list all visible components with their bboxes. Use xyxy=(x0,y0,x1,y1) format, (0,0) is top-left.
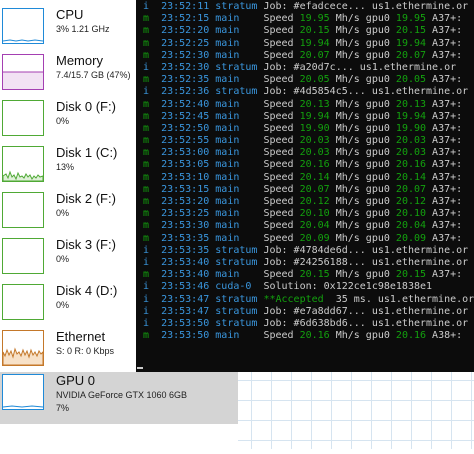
perf-thumbnail-graph xyxy=(2,284,44,320)
perf-item-name: GPU 0 xyxy=(56,373,96,388)
perf-thumbnail-graph xyxy=(2,374,44,410)
console-line: m 23:53:35 main Speed 20.09 Mh/s gpu0 20… xyxy=(143,232,463,244)
console-output: i 23:52:11 stratum Job: #efadcece... us1… xyxy=(143,1,474,342)
console-line: i 23:53:50 stratum Job: #6d638bd6... us1… xyxy=(143,317,469,329)
console-line: i 23:53:35 stratum Job: #4784de6d... us1… xyxy=(143,244,469,256)
gpu-graph-area xyxy=(238,372,474,449)
text-cursor xyxy=(137,367,143,369)
console-line: i 23:53:47 stratum Job: #e7a8dd67... us1… xyxy=(143,305,469,317)
perf-item-name: Disk 0 (F:) xyxy=(56,99,116,114)
console-line: m 23:53:10 main Speed 20.14 Mh/s gpu0 20… xyxy=(143,171,463,183)
miner-console-window[interactable]: i 23:52:11 stratum Job: #efadcece... us1… xyxy=(136,0,474,372)
perf-item-detail: 0% xyxy=(56,300,70,310)
perf-item-detail: NVIDIA GeForce GTX 1060 6GB xyxy=(56,390,188,400)
console-line: i 23:52:36 stratum Job: #4d5854c5... us1… xyxy=(143,86,469,98)
perf-item-detail: 0% xyxy=(56,116,70,126)
console-line: m 23:52:50 main Speed 19.90 Mh/s gpu0 19… xyxy=(143,122,463,134)
console-line: m 23:52:45 main Speed 19.94 Mh/s gpu0 19… xyxy=(143,110,463,122)
perf-item-usage: 7% xyxy=(56,403,70,413)
console-line: m 23:53:15 main Speed 20.07 Mh/s gpu0 20… xyxy=(143,183,463,195)
perf-item-name: Ethernet xyxy=(56,329,106,344)
console-line: m 23:53:50 main Speed 20.16 Mh/s gpu0 20… xyxy=(143,330,463,342)
console-line: i 23:53:40 stratum Job: #24256188... us1… xyxy=(143,256,469,268)
console-line: i 23:53:47 stratum **Accepted 35 ms. us1… xyxy=(143,293,474,305)
console-line: m 23:52:25 main Speed 19.94 Mh/s gpu0 19… xyxy=(143,37,463,49)
console-line: m 23:53:05 main Speed 20.16 Mh/s gpu0 20… xyxy=(143,159,463,171)
perf-thumbnail-graph xyxy=(2,330,44,366)
console-line: m 23:52:20 main Speed 20.15 Mh/s gpu0 20… xyxy=(143,25,463,37)
console-line: m 23:53:20 main Speed 20.12 Mh/s gpu0 20… xyxy=(143,196,463,207)
console-line: m 23:52:15 main Speed 19.95 Mh/s gpu0 19… xyxy=(143,13,463,25)
perf-thumbnail-graph xyxy=(2,8,44,44)
perf-item-detail: 7.4/15.7 GB (47%) xyxy=(56,70,131,80)
perf-item-name: CPU xyxy=(56,7,84,22)
perf-item-name: Disk 3 (F:) xyxy=(56,237,116,252)
console-line: m 23:52:30 main Speed 20.07 Mh/s gpu0 20… xyxy=(143,49,463,61)
perf-thumbnail-graph xyxy=(2,100,44,136)
console-line: m 23:52:55 main Speed 20.03 Mh/s gpu0 20… xyxy=(143,135,463,147)
console-line: i 23:52:30 stratum Job: #a20d7c... us1.e… xyxy=(143,61,457,73)
console-line: m 23:53:25 main Speed 20.10 Mh/s gpu0 20… xyxy=(143,208,463,220)
perf-item-name: Disk 1 (C:) xyxy=(56,145,118,160)
perf-item-gpu[interactable]: GPU 0 NVIDIA GeForce GTX 1060 6GB 7% xyxy=(0,372,240,424)
perf-thumbnail-graph xyxy=(2,146,44,182)
perf-item-name: Memory xyxy=(56,53,103,68)
perf-item-detail: 3% 1.21 GHz xyxy=(56,24,110,34)
console-line: m 23:53:00 main Speed 20.03 Mh/s gpu0 20… xyxy=(143,147,463,159)
perf-item-detail: S: 0 R: 0 Kbps xyxy=(56,346,115,356)
console-line: i 23:52:11 stratum Job: #efadcece... us1… xyxy=(143,1,469,12)
perf-thumbnail-graph xyxy=(2,238,44,274)
perf-item-detail: 0% xyxy=(56,208,70,218)
console-line: m 23:52:40 main Speed 20.13 Mh/s gpu0 20… xyxy=(143,98,463,110)
grid-lines xyxy=(238,372,474,449)
perf-item-name: Disk 2 (F:) xyxy=(56,191,116,206)
perf-item-name: Disk 4 (D:) xyxy=(56,283,118,298)
perf-item-detail: 0% xyxy=(56,254,70,264)
console-line: m 23:53:30 main Speed 20.04 Mh/s gpu0 20… xyxy=(143,220,463,232)
perf-item-detail: 13% xyxy=(56,162,75,172)
perf-thumbnail-graph xyxy=(2,192,44,228)
perf-thumbnail-graph xyxy=(2,54,44,90)
console-line: m 23:52:35 main Speed 20.05 Mh/s gpu0 20… xyxy=(143,74,463,86)
console-line: m 23:53:40 main Speed 20.15 Mh/s gpu0 20… xyxy=(143,269,463,281)
console-line: i 23:53:46 cuda-0 Solution: 0x122ce1c98e… xyxy=(143,281,433,293)
